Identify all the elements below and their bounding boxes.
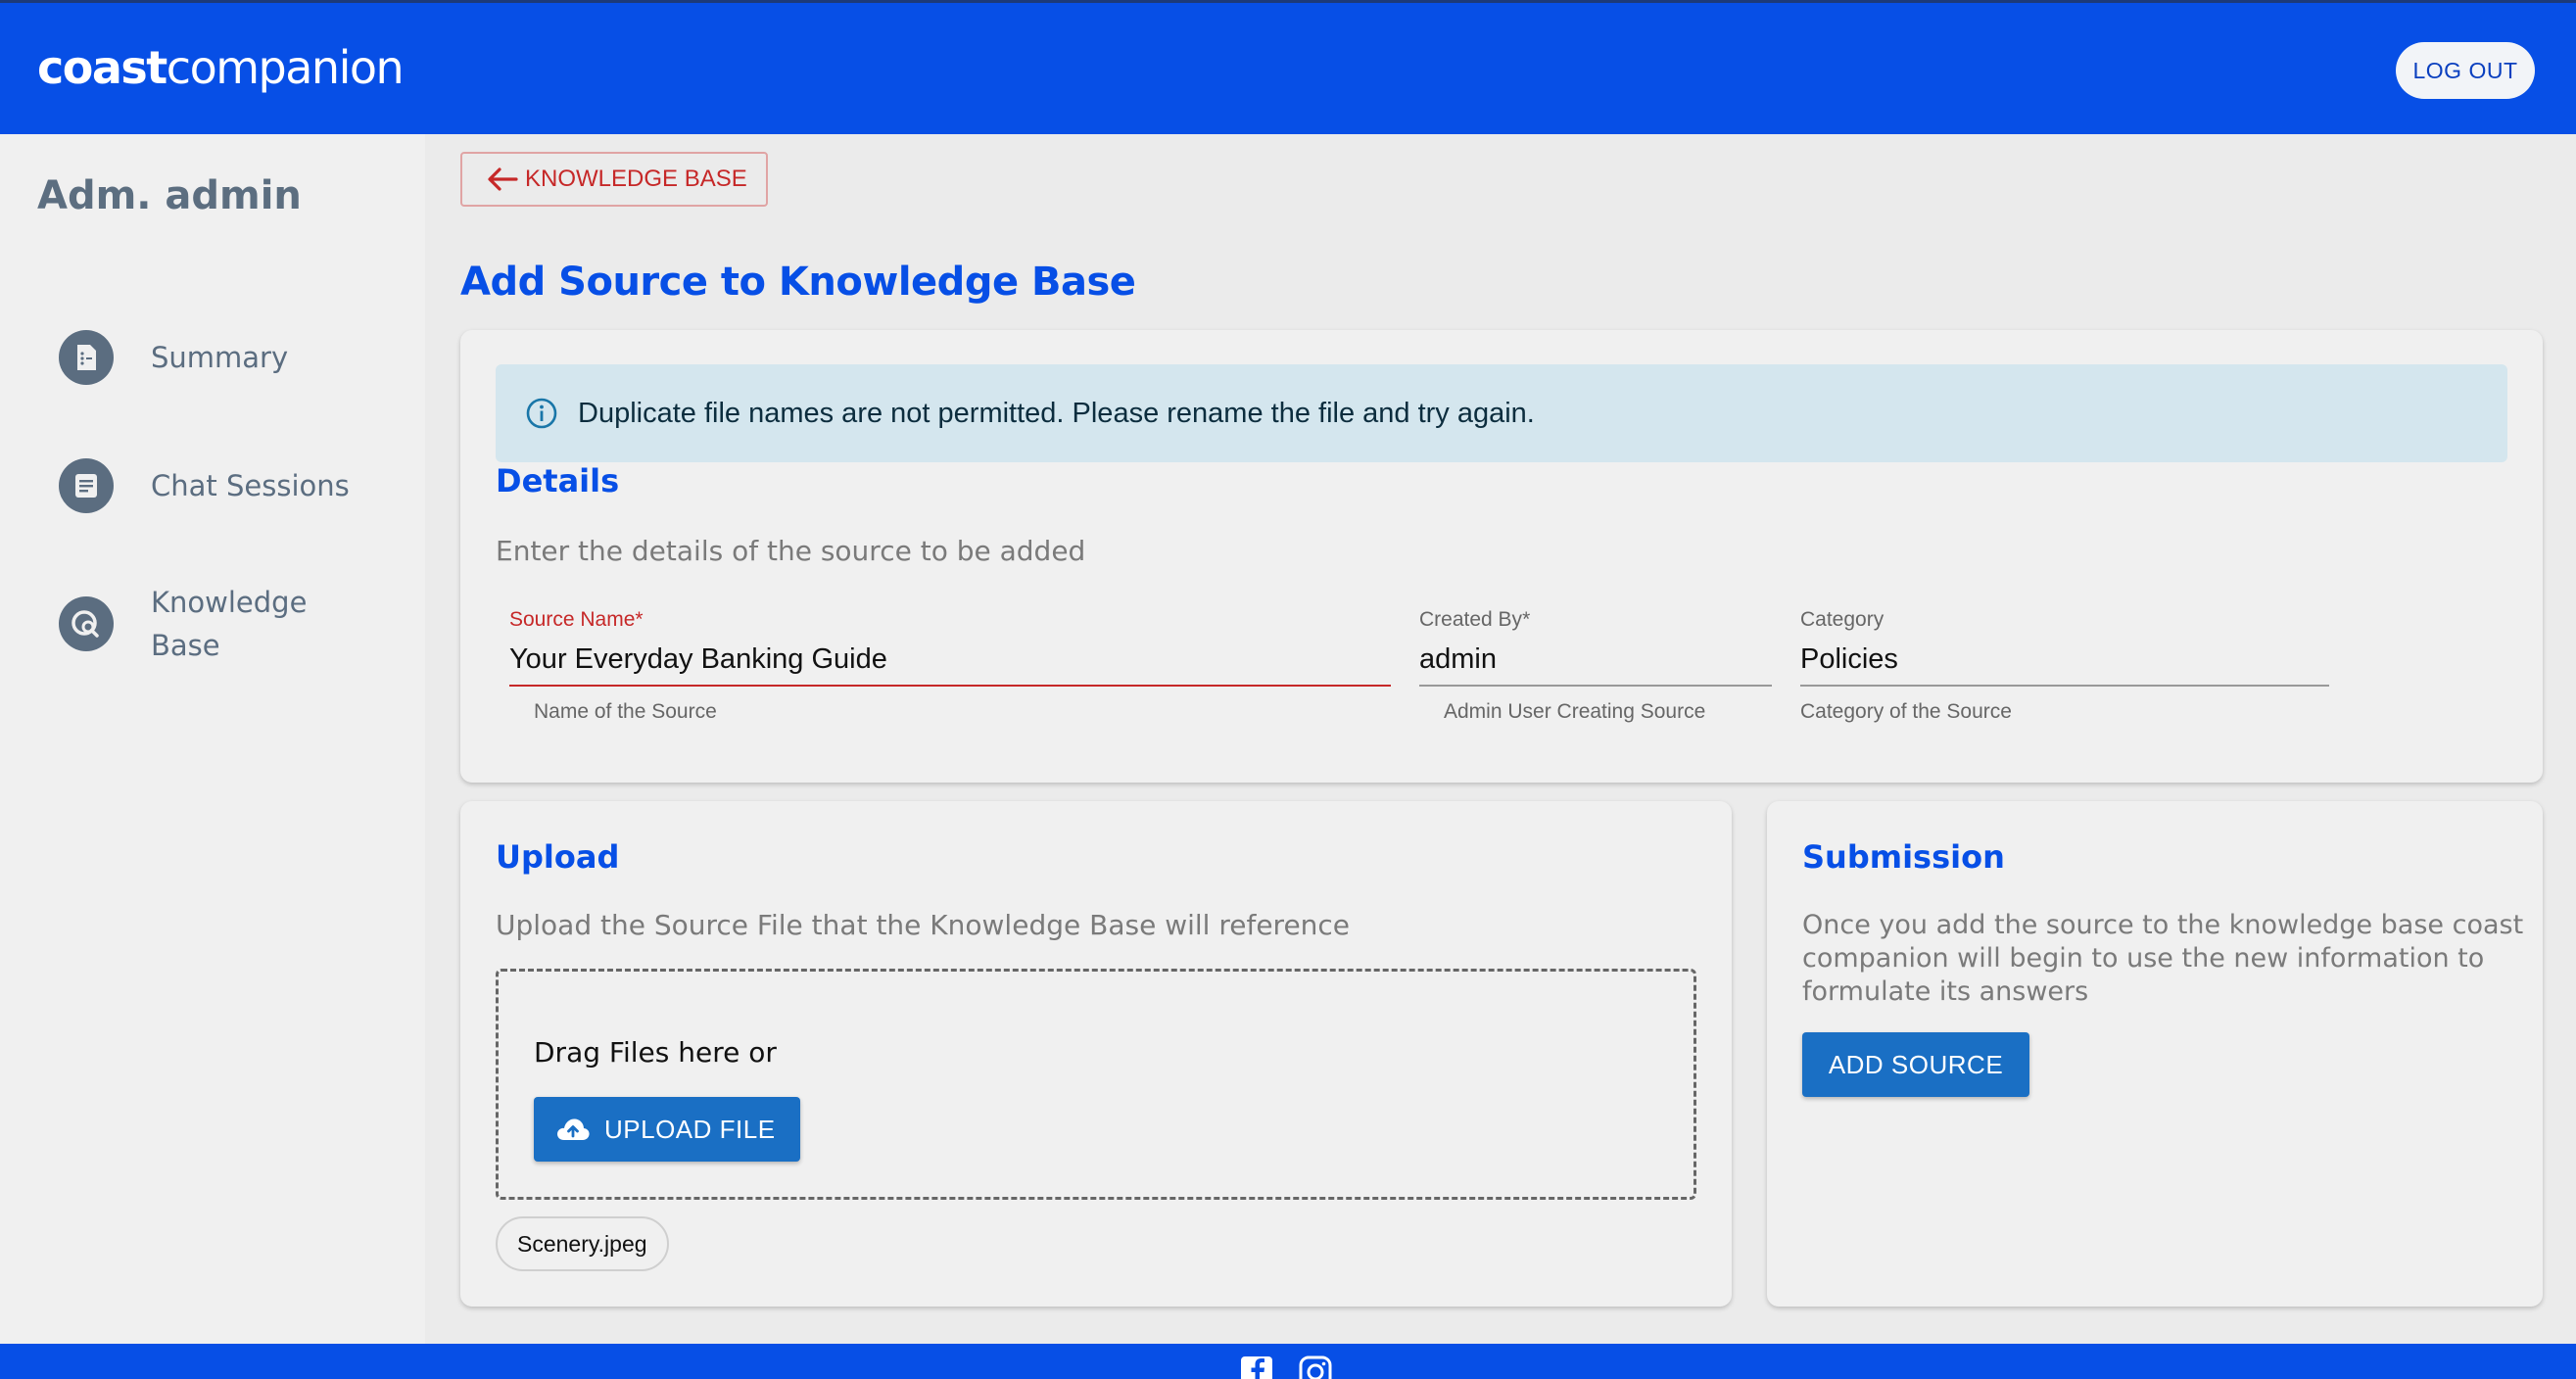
sidebar-item-knowledge-base[interactable]: Knowledge Base xyxy=(59,581,327,667)
instagram-icon[interactable] xyxy=(1299,1355,1332,1379)
submission-card: Submission Once you add the source to th… xyxy=(1767,801,2543,1307)
main-content: KNOWLEDGE BASE Add Source to Knowledge B… xyxy=(425,134,2576,1344)
add-source-button[interactable]: ADD SOURCE xyxy=(1802,1032,2029,1097)
created-by-helper: Admin User Creating Source xyxy=(1444,700,1706,723)
back-to-knowledge-base-button[interactable]: KNOWLEDGE BASE xyxy=(460,152,768,207)
category-underline xyxy=(1800,685,2329,687)
logout-button[interactable]: LOG OUT xyxy=(2396,42,2535,99)
details-subtitle: Enter the details of the source to be ad… xyxy=(496,535,1086,567)
details-card: Duplicate file names are not permitted. … xyxy=(460,330,2543,783)
duplicate-file-alert: Duplicate file names are not permitted. … xyxy=(496,364,2507,462)
app-logo[interactable]: coastcompanion xyxy=(37,40,405,95)
created-by-label: Created By* xyxy=(1419,608,1531,631)
source-name-helper: Name of the Source xyxy=(534,700,717,723)
details-title: Details xyxy=(496,462,620,499)
uploaded-file-chip[interactable]: Scenery.jpeg xyxy=(496,1216,669,1271)
alert-message: Duplicate file names are not permitted. … xyxy=(578,397,1535,429)
category-helper: Category of the Source xyxy=(1800,700,2012,723)
upload-title: Upload xyxy=(496,838,620,876)
sidebar-item-label: Knowledge Base xyxy=(151,586,308,662)
submission-text: Once you add the source to the knowledge… xyxy=(1802,910,2524,1007)
arrow-left-icon xyxy=(488,167,518,191)
submission-title: Submission xyxy=(1802,838,2005,876)
knowledge-search-icon xyxy=(59,596,114,651)
source-name-label: Source Name* xyxy=(509,608,644,631)
sidebar: Adm. admin Summary Chat Sessions Knowled… xyxy=(0,134,425,1344)
created-by-input[interactable]: admin xyxy=(1419,643,1772,685)
upload-subtitle: Upload the Source File that the Knowledg… xyxy=(496,909,1351,941)
category-label: Category xyxy=(1800,608,1884,631)
facebook-icon[interactable] xyxy=(1240,1355,1273,1379)
created-by-underline xyxy=(1419,685,1772,687)
logo-light-text: companion xyxy=(166,41,405,94)
category-field[interactable]: Category Policies Category of the Source xyxy=(1800,608,2329,724)
sidebar-item-summary[interactable]: Summary xyxy=(59,330,288,385)
back-button-label: KNOWLEDGE BASE xyxy=(525,166,747,192)
source-name-input[interactable]: Your Everyday Banking Guide xyxy=(509,643,1391,685)
summary-document-icon xyxy=(59,330,114,385)
logo-bold-text: coast xyxy=(37,41,167,94)
file-dropzone[interactable]: Drag Files here or UPLOAD FILE xyxy=(496,969,1696,1200)
sidebar-item-label: Summary xyxy=(151,341,289,374)
app-header: coastcompanion LOG OUT xyxy=(0,0,2576,134)
upload-card: Upload Upload the Source File that the K… xyxy=(460,801,1732,1307)
created-by-field[interactable]: Created By* admin Admin User Creating So… xyxy=(1419,608,1772,724)
source-name-underline xyxy=(509,685,1391,687)
page-title: Add Source to Knowledge Base xyxy=(460,260,1136,305)
chat-list-icon xyxy=(59,458,114,513)
category-input[interactable]: Policies xyxy=(1800,643,2329,685)
info-icon xyxy=(526,398,557,429)
user-name: Adm. admin xyxy=(37,173,302,218)
source-name-field[interactable]: Source Name* Your Everyday Banking Guide… xyxy=(509,608,1391,724)
sidebar-item-chat-sessions[interactable]: Chat Sessions xyxy=(59,458,350,513)
upload-file-label: UPLOAD FILE xyxy=(604,1114,776,1144)
app-footer xyxy=(0,1344,2576,1379)
sidebar-item-label: Chat Sessions xyxy=(151,469,350,502)
drag-files-text: Drag Files here or xyxy=(534,1036,777,1069)
upload-file-button[interactable]: UPLOAD FILE xyxy=(534,1097,800,1162)
cloud-upload-icon xyxy=(557,1118,590,1140)
